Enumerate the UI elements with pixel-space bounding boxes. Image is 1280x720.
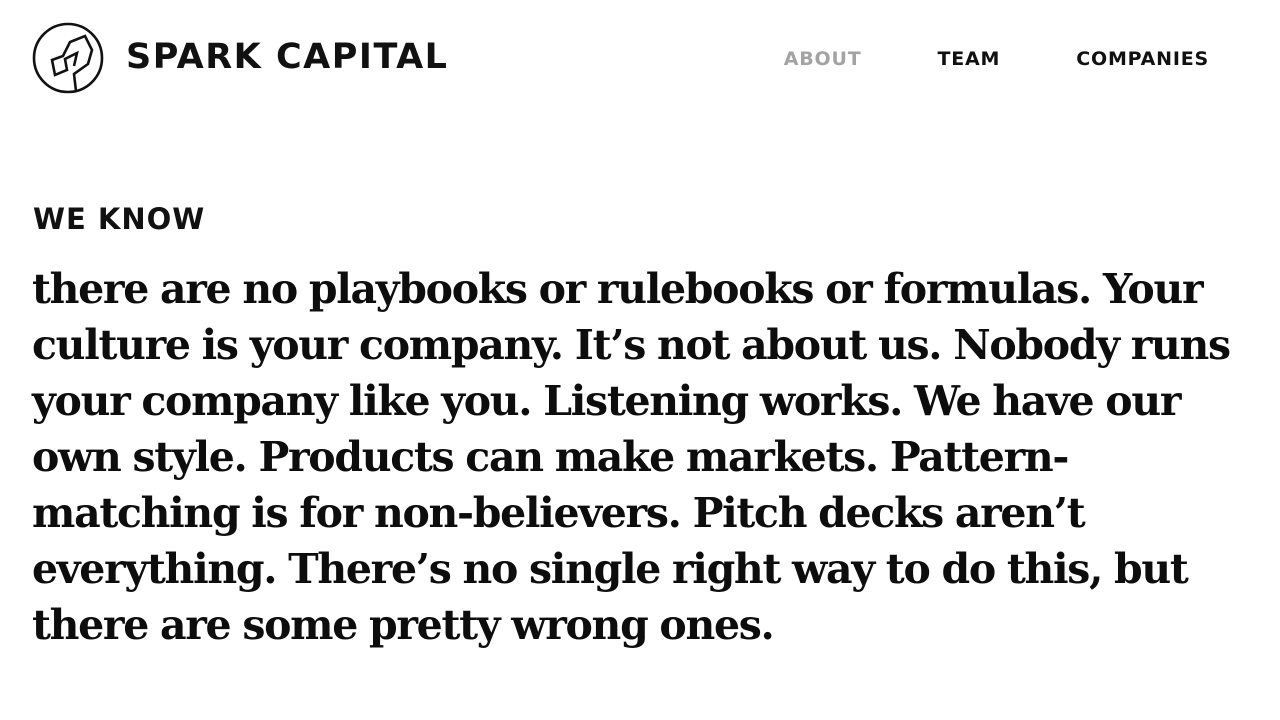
manifesto-statement: there are no playbooks or rulebooks or f… bbox=[32, 265, 1231, 649]
brand-name: SPARK CAPITAL bbox=[126, 36, 449, 77]
nav-item-team[interactable]: TEAM bbox=[938, 50, 1001, 69]
main-nav: ABOUT TEAM COMPANIES bbox=[784, 50, 1209, 69]
site-header: SPARK CAPITAL ABOUT TEAM COMPANIES bbox=[0, 0, 1280, 120]
spark-capital-logo-icon bbox=[32, 22, 104, 94]
home-logo-link[interactable]: SPARK CAPITAL bbox=[32, 22, 449, 94]
nav-item-about[interactable]: ABOUT bbox=[784, 50, 862, 69]
section-eyebrow: WE KNOW bbox=[33, 202, 206, 236]
nav-item-companies[interactable]: COMPANIES bbox=[1076, 50, 1209, 69]
